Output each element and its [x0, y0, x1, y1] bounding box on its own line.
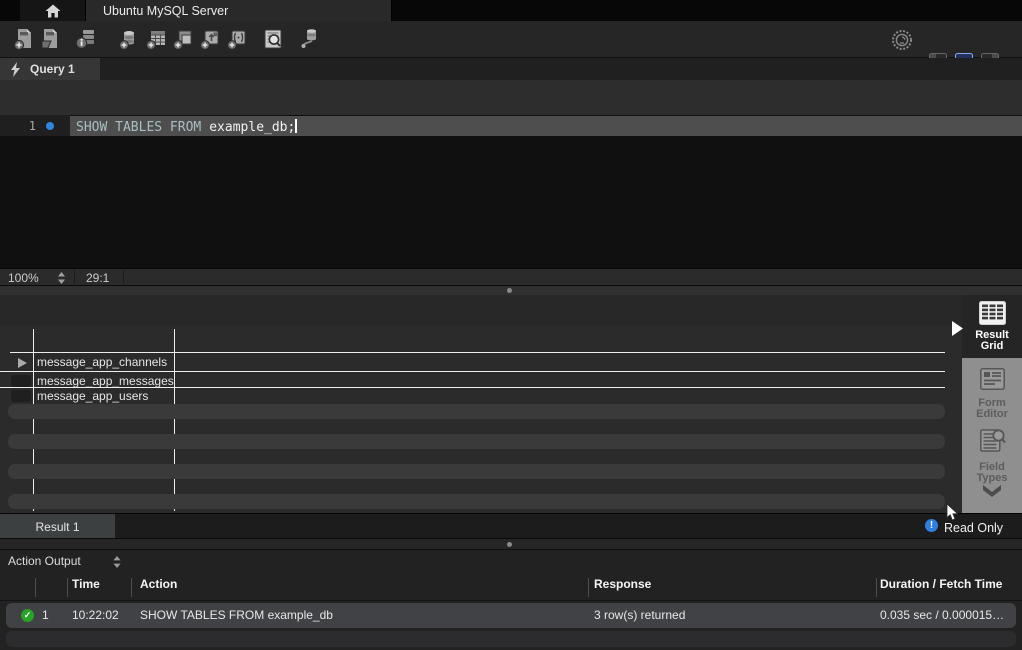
form-editor-icon — [980, 368, 1005, 390]
editor-status-bar: 100% 29:1 — [0, 268, 1022, 285]
action-output-row[interactable]: ✓ 1 10:22:02 SHOW TABLES FROM example_db… — [6, 603, 1016, 628]
connection-tab[interactable]: Ubuntu MySQL Server — [86, 0, 392, 21]
empty-grid-row — [8, 464, 945, 479]
read-only-info-icon[interactable]: ! — [925, 519, 938, 532]
mouse-cursor — [946, 504, 959, 521]
row-gutter-cell[interactable] — [11, 390, 31, 402]
sidebar-item-field-types[interactable]: Field Types — [962, 426, 1022, 486]
database-connection-icon[interactable] — [298, 27, 322, 51]
result-tab-label: Result 1 — [35, 520, 79, 534]
grid-line — [10, 352, 945, 353]
output-column-separator — [35, 578, 36, 597]
grid-column-line — [33, 329, 34, 511]
connection-tab-title: Ubuntu MySQL Server — [103, 4, 228, 18]
action-output-title: Action Output — [8, 554, 81, 568]
open-sql-script-icon[interactable] — [38, 27, 62, 51]
sidebar-inactive-section: Form Editor Field Types — [962, 358, 1022, 513]
tab-query-1[interactable]: Query 1 — [0, 58, 100, 80]
sidebar-item-form-editor[interactable]: Form Editor — [962, 358, 1022, 428]
create-table-icon[interactable] — [145, 27, 169, 51]
result-grid-icon — [979, 301, 1006, 325]
line-number: 1 — [0, 119, 36, 133]
sidebar-chevron-down-icon[interactable] — [983, 485, 1001, 497]
home-icon — [45, 4, 61, 18]
grid-column-line — [174, 329, 175, 511]
sql-identifier: example_db; — [209, 120, 295, 135]
create-procedure-icon[interactable] — [199, 27, 223, 51]
caret-position: 29:1 — [86, 271, 109, 285]
row-time: 10:22:02 — [72, 608, 119, 622]
sidebar-label-result-grid-line2: Grid — [962, 341, 1022, 352]
empty-output-row — [6, 631, 1016, 647]
query-toolbar: ✓ × Limit to 1000 rows ★ — [0, 80, 1022, 115]
sidebar-label-field-types-line2: Types — [962, 473, 1022, 484]
output-column-separator — [876, 578, 877, 597]
output-column-separator — [131, 578, 132, 597]
home-tab[interactable] — [20, 0, 86, 21]
empty-grid-row — [8, 404, 945, 419]
empty-grid-row — [8, 434, 945, 449]
empty-grid-row — [8, 494, 945, 509]
grid-line — [0, 371, 945, 372]
status-separator — [123, 270, 124, 283]
server-status-icon[interactable] — [74, 27, 98, 51]
grid-line — [0, 387, 945, 388]
sql-keywords: SHOW TABLES FROM — [76, 120, 201, 135]
mysql-workbench-window: Ubuntu MySQL Server — [0, 0, 1022, 650]
connection-tab-bar: Ubuntu MySQL Server — [0, 0, 1022, 21]
grid-row-1[interactable]: message_app_channels — [37, 355, 167, 369]
info-mark-glyph: ! — [930, 520, 933, 531]
query-bolt-icon — [9, 62, 22, 77]
zoom-stepper-icon[interactable] — [56, 272, 67, 284]
column-header-response[interactable]: Response — [594, 577, 651, 591]
grid-row-2[interactable]: message_app_messages — [37, 374, 174, 388]
new-query-tab-icon[interactable] — [12, 27, 36, 51]
sql-code-line[interactable]: SHOW TABLES FROM example_db; — [76, 119, 297, 135]
field-types-icon — [980, 428, 1006, 453]
current-row-marker-icon — [18, 358, 27, 368]
check-glyph: ✓ — [24, 610, 32, 620]
settings-badge-icon[interactable] — [890, 28, 914, 52]
success-check-icon: ✓ — [21, 609, 34, 622]
editor-zoom-level: 100% — [8, 271, 39, 285]
header-divider — [0, 600, 1022, 601]
output-column-separator — [588, 578, 589, 597]
result-grid-toolbar: Result Grid Filter Rows: Export: — [0, 295, 962, 325]
action-output-panel: Action Output Time Action Response Durat… — [0, 550, 1022, 650]
main-toolbar — [0, 21, 1022, 58]
output-column-separator — [67, 578, 68, 597]
grid-row-3[interactable]: message_app_users — [37, 389, 148, 403]
editor-tab-bar — [0, 58, 1022, 80]
status-separator — [74, 270, 75, 283]
editor-result-splitter[interactable] — [0, 285, 1022, 295]
create-function-icon[interactable] — [226, 27, 250, 51]
result-grid-panel: Tables_in_example_db message_app_channel… — [0, 325, 962, 513]
row-index: 1 — [42, 608, 49, 622]
splitter-handle-icon — [507, 288, 512, 293]
search-table-data-icon[interactable] — [261, 27, 285, 51]
create-schema-icon[interactable] — [118, 27, 142, 51]
read-only-label: Read Only — [944, 521, 1003, 535]
sidebar-item-result-grid[interactable]: Result Grid — [962, 295, 1022, 358]
collapse-sidebar-arrow-icon[interactable] — [952, 321, 963, 336]
output-selector-stepper-icon[interactable] — [112, 556, 122, 568]
column-header-time[interactable]: Time — [72, 577, 100, 591]
tab-result-1[interactable]: Result 1 — [0, 514, 115, 538]
row-gutter-cell[interactable] — [11, 375, 31, 387]
sql-editor[interactable] — [0, 115, 1022, 268]
result-tab-bar: Result 1 ! Read Only — [0, 513, 1022, 538]
query-tab-label: Query 1 — [30, 62, 75, 76]
column-header-action[interactable]: Action — [140, 577, 177, 591]
result-output-splitter[interactable] — [0, 538, 1022, 550]
column-header-duration[interactable]: Duration / Fetch Time — [880, 577, 1002, 591]
row-duration: 0.035 sec / 0.000015… — [880, 608, 1004, 622]
sidebar-label-form-editor-line2: Editor — [962, 409, 1022, 420]
create-view-icon[interactable] — [172, 27, 196, 51]
statement-marker-icon — [46, 122, 54, 130]
row-action: SHOW TABLES FROM example_db — [140, 608, 333, 622]
splitter-handle-icon — [507, 542, 512, 547]
row-response: 3 row(s) returned — [594, 608, 685, 622]
text-caret — [295, 119, 297, 133]
